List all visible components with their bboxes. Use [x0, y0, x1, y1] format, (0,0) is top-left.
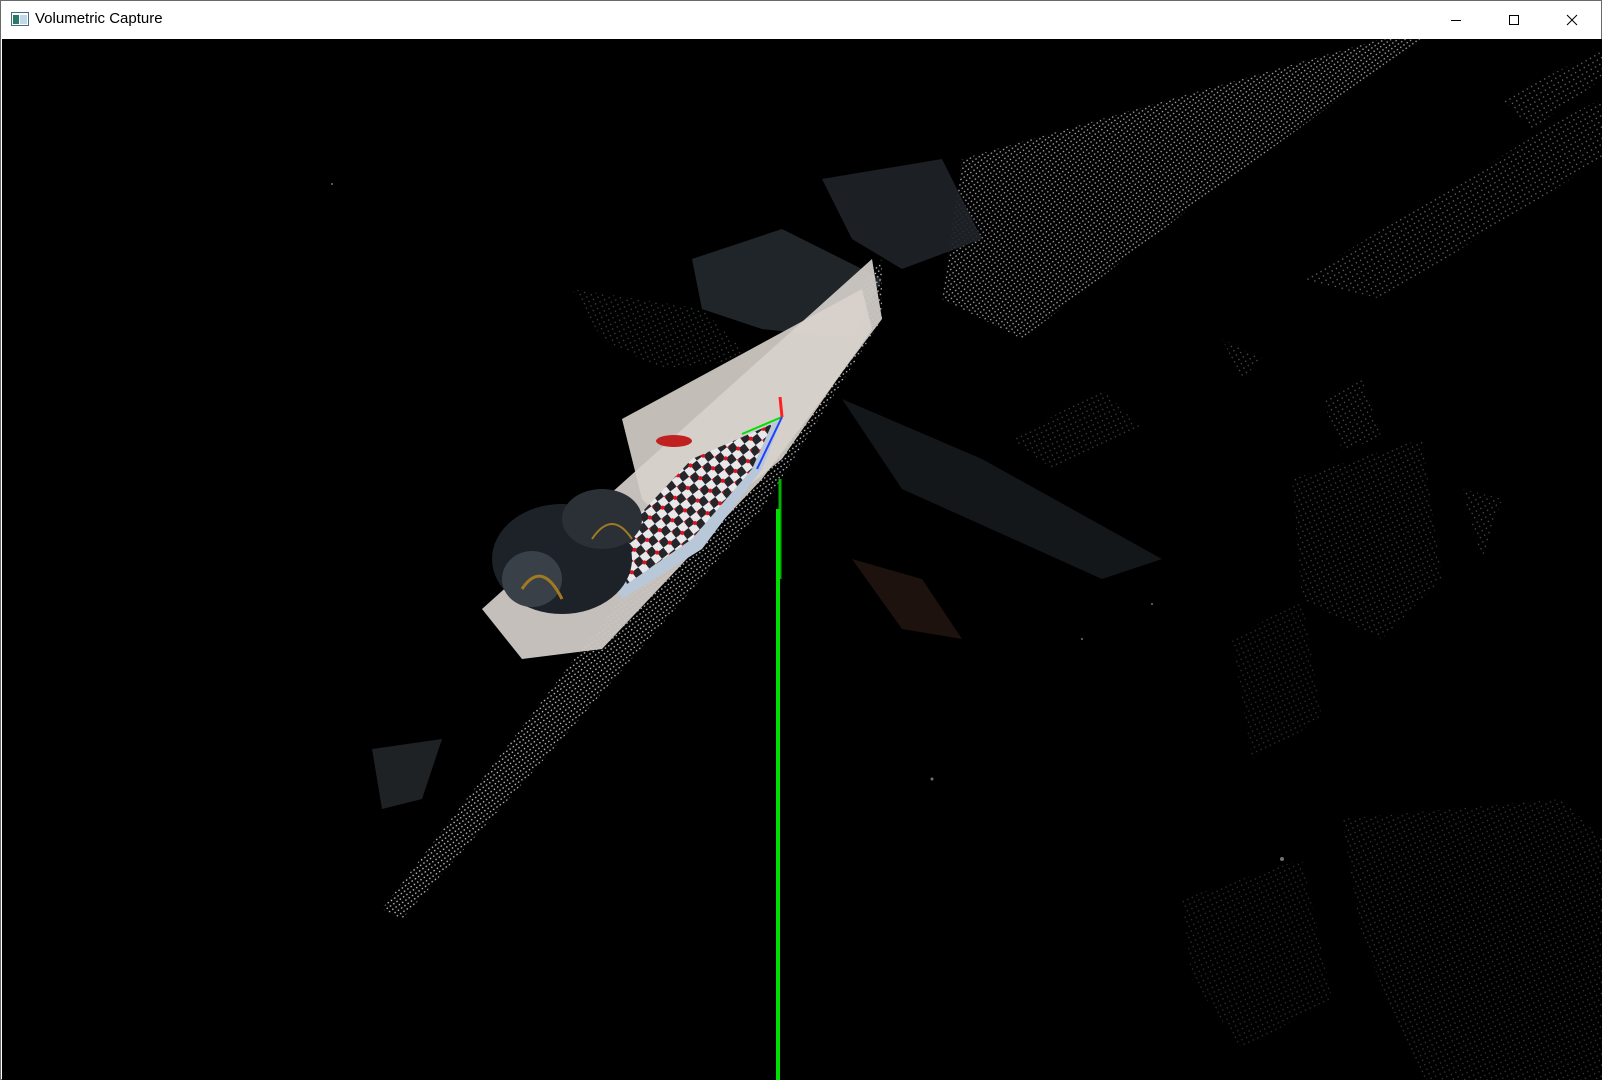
minimize-button[interactable]: [1427, 1, 1485, 38]
minimize-icon: [1451, 19, 1461, 21]
close-icon: [1566, 14, 1578, 25]
title-bar[interactable]: Volumetric Capture: [1, 1, 1601, 38]
background-wall: [942, 39, 1602, 1080]
window-title: Volumetric Capture: [35, 10, 163, 27]
app-window-icon: [11, 12, 29, 26]
maximize-icon: [1509, 14, 1519, 25]
3d-viewport[interactable]: [2, 39, 1602, 1080]
app-window: Volumetric Capture: [0, 0, 1602, 1080]
point-cloud-render: [331, 39, 1602, 1080]
close-button[interactable]: [1543, 1, 1601, 38]
maximize-button[interactable]: [1485, 1, 1543, 38]
